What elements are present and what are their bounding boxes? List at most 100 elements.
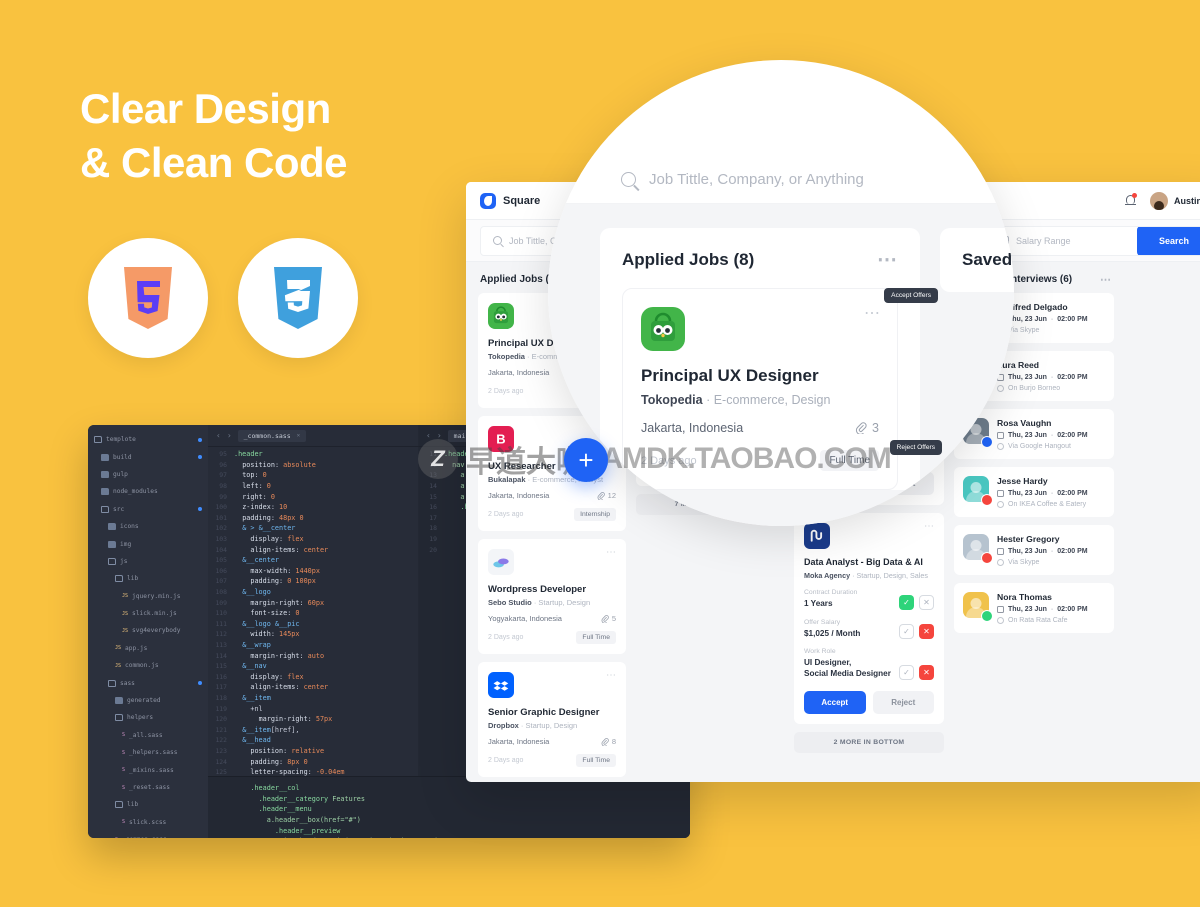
- interview-card[interactable]: Nora Thomas Thu, 23 Jun · 02:00 PM On Rata R…: [954, 583, 1114, 633]
- file-tree-row[interactable]: JS slick.min.js: [88, 605, 208, 622]
- file-tree-row[interactable]: S _reset.sass: [88, 779, 208, 796]
- modified-dot: [198, 507, 202, 512]
- job-location-row: Yogyakarta, Indonesia 5: [488, 614, 616, 623]
- file-name: lib: [127, 575, 139, 583]
- offer-term-actions: ✓✕: [899, 624, 934, 640]
- job-card[interactable]: ⋯ Senior Graphic Designer Dropbox · Startu…: [478, 662, 626, 777]
- file-tree-row[interactable]: lib: [88, 796, 208, 813]
- file-tree-row[interactable]: build: [88, 448, 208, 465]
- offers-more-button[interactable]: 2 MORE IN BOTTOM: [794, 731, 944, 753]
- line-number: 113: [215, 640, 227, 649]
- line-text: img.header__pic(src="img/chatbox.svg"): [234, 837, 439, 838]
- more-options-icon[interactable]: ⋯: [877, 250, 898, 270]
- offer-meta: Moka Agency · Startup, Design, Sales: [804, 571, 928, 581]
- file-tree-row[interactable]: JS common.js: [88, 657, 208, 674]
- file-tree[interactable]: templote build gulp node_modules src icons img…: [88, 425, 208, 838]
- dt-separator: ·: [1050, 606, 1054, 613]
- user-menu[interactable]: Austin M: [1150, 191, 1200, 210]
- file-name: app.js: [125, 644, 148, 652]
- code-line: 106 max-width: 1440px: [208, 566, 418, 577]
- add-button[interactable]: +: [564, 438, 608, 482]
- line-number: 15: [429, 492, 437, 501]
- more-options-icon[interactable]: ⋯: [1100, 274, 1112, 285]
- file-tree-row[interactable]: S _all.sass: [88, 727, 208, 744]
- close-icon[interactable]: ✕: [297, 432, 301, 439]
- line-text: margin-right: 60px: [250, 598, 325, 607]
- file-tree-row[interactable]: lib: [88, 570, 208, 587]
- editor-tabbar-left[interactable]: ‹ › _common.sass ✕: [208, 425, 418, 447]
- line-number: 124: [215, 757, 227, 766]
- line-number: 123: [215, 746, 227, 755]
- offer-company: Moka Agency: [804, 571, 851, 581]
- reject-term-button[interactable]: ✕: [919, 594, 934, 610]
- tokopedia-logo-icon: [641, 307, 685, 351]
- notification-bell-icon[interactable]: [1124, 193, 1137, 207]
- accept-term-button[interactable]: ✓: [899, 664, 914, 680]
- offer-card[interactable]: ⋯ Data Analyst - Big Data & AI Moka Agency…: [794, 512, 944, 724]
- file-tree-row[interactable]: JS jquery.min.js: [88, 588, 208, 605]
- more-options-icon[interactable]: ⋯: [606, 670, 617, 681]
- accept-offer-button[interactable]: Accept: [804, 690, 866, 714]
- job-location: Yogyakarta, Indonesia: [488, 614, 562, 623]
- job-ago: 2 Days ago: [488, 388, 524, 395]
- accept-term-button[interactable]: ✓: [899, 594, 914, 610]
- file-tree-row[interactable]: helpers: [88, 709, 208, 726]
- file-tree-row[interactable]: src: [88, 501, 208, 518]
- file-tree-row[interactable]: Sslick.scss: [88, 814, 208, 831]
- file-tree-row[interactable]: generated: [88, 692, 208, 709]
- square-logo-icon: [480, 192, 496, 209]
- file-tree-row[interactable]: img: [88, 535, 208, 552]
- code-line: 97 top: 0: [208, 470, 418, 481]
- html5-logo: [88, 238, 208, 358]
- job-type-badge: Full Time: [576, 754, 616, 767]
- file-tree-row[interactable]: S _mixins.sass: [88, 761, 208, 778]
- folder-open-icon: [94, 436, 102, 444]
- file-tree-row[interactable]: js: [88, 553, 208, 570]
- line-text: &__center: [242, 556, 280, 565]
- reject-term-button[interactable]: ✕: [919, 664, 934, 680]
- lens-job-card[interactable]: ⋯ Principal UX Designer Tokopedia · E-co…: [622, 288, 898, 490]
- place-label: Via Skype: [1008, 559, 1040, 566]
- more-options-icon[interactable]: ⋯: [864, 303, 881, 323]
- tab-common-sass[interactable]: _common.sass ✕: [237, 429, 307, 442]
- line-text: display: flex: [250, 535, 304, 544]
- lens-job-location-row: Jakarta, Indonesia 3: [641, 421, 879, 435]
- file-tree-row[interactable]: gulp: [88, 466, 208, 483]
- interview-place: On Rata Rata Cafe: [997, 617, 1105, 624]
- more-options-icon[interactable]: ⋯: [606, 547, 617, 558]
- js-file-icon: JS: [115, 645, 122, 652]
- accept-term-button[interactable]: ✓: [899, 624, 914, 640]
- nav-forward-icon[interactable]: ›: [227, 431, 232, 440]
- line-text: font-size: 0: [250, 609, 300, 618]
- file-tree-row[interactable]: node_modules: [88, 483, 208, 500]
- code-line: 123 position: relative: [208, 746, 418, 757]
- file-tree-row[interactable]: JS svg4everybody: [88, 622, 208, 639]
- file-tree-row[interactable]: S _common.sass: [88, 831, 208, 838]
- file-tree-row[interactable]: icons: [88, 518, 208, 535]
- nav-back-icon[interactable]: ‹: [426, 431, 431, 440]
- magnifier-lens: Job Tittle, Company, or Anything Applied…: [548, 60, 1014, 526]
- lens-job-title: Principal UX Designer: [641, 366, 819, 385]
- offer-term-value: 1 Years: [804, 599, 833, 609]
- nav-forward-icon[interactable]: ›: [437, 431, 442, 440]
- search-button[interactable]: Search: [1137, 226, 1200, 255]
- job-card[interactable]: ⋯ Wordpress Developer Sebo Studio · Startu…: [478, 539, 626, 654]
- reject-offer-button[interactable]: Reject: [872, 690, 934, 714]
- file-tree-row[interactable]: templote: [88, 431, 208, 448]
- editor-bottom-pane[interactable]: .header__col .header__category Features …: [208, 776, 690, 838]
- job-footer: 2 Days ago Full Time: [488, 754, 616, 767]
- nav-back-icon[interactable]: ‹: [216, 431, 221, 440]
- file-tree-row[interactable]: JS app.js: [88, 640, 208, 657]
- reject-term-button[interactable]: ✕: [919, 624, 934, 640]
- file-tree-row[interactable]: sass: [88, 674, 208, 691]
- job-attachments: 8: [601, 737, 616, 746]
- lens-search-field[interactable]: Job Tittle, Company, or Anything: [548, 156, 1014, 204]
- line-number: 117: [215, 683, 227, 692]
- job-attachments: 5: [601, 614, 616, 623]
- tokopedia-logo-icon: [488, 303, 514, 329]
- interview-card[interactable]: Hester Gregory Thu, 23 Jun · 02:00 PM Via Sk…: [954, 525, 1114, 575]
- job-footer: 2 Days ago Full Time: [488, 631, 616, 644]
- code-line: 116 display: flex: [208, 671, 418, 682]
- file-tree-row[interactable]: S _helpers.sass: [88, 744, 208, 761]
- code-line: 98 left: 0: [208, 481, 418, 492]
